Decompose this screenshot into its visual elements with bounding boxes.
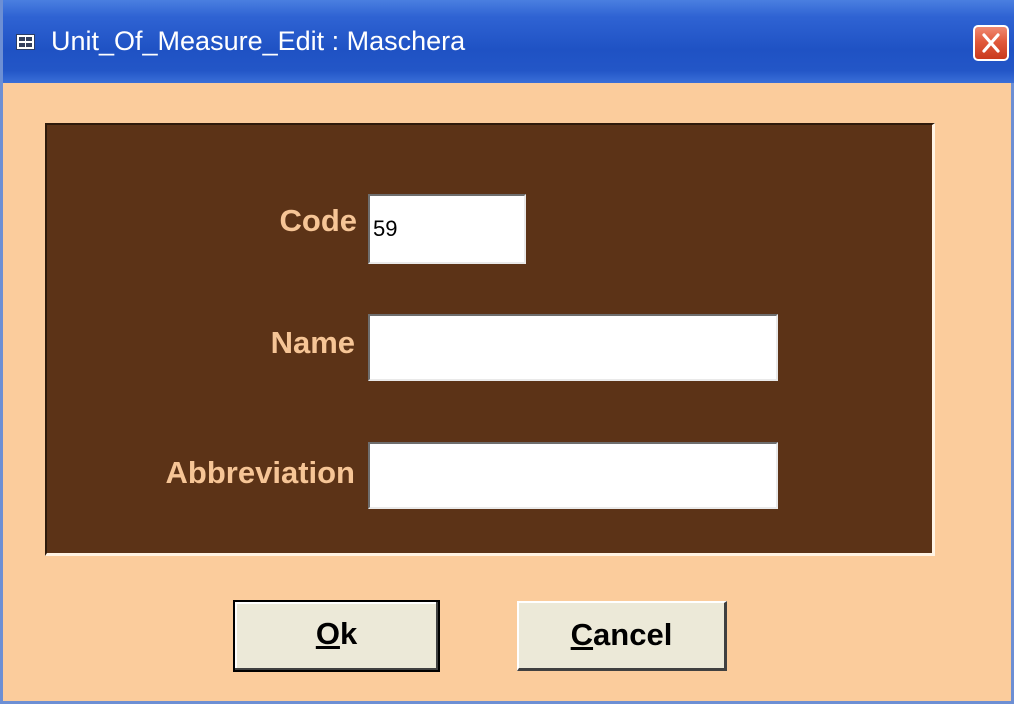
close-icon [982, 33, 1000, 53]
cancel-mnemonic: C [570, 617, 594, 652]
ok-button[interactable]: Ok [233, 600, 440, 672]
close-button[interactable] [973, 25, 1009, 61]
code-label: Code [279, 203, 358, 238]
name-field[interactable] [368, 314, 778, 381]
abbreviation-field[interactable] [368, 442, 778, 509]
ok-label-rest: k [339, 616, 358, 651]
title-bar[interactable]: Unit_Of_Measure_Edit : Maschera [3, 0, 1014, 83]
window-title: Unit_Of_Measure_Edit : Maschera [51, 26, 466, 56]
code-field[interactable] [368, 194, 526, 264]
form-window: Unit_Of_Measure_Edit : Maschera Code Nam… [0, 0, 1014, 704]
cancel-button[interactable]: Cancel [517, 601, 727, 671]
ok-mnemonic: O [315, 616, 340, 651]
cancel-label-rest: ancel [593, 617, 673, 652]
abbreviation-label: Abbreviation [165, 455, 355, 490]
form-icon[interactable] [16, 34, 35, 50]
name-label: Name [270, 325, 355, 360]
